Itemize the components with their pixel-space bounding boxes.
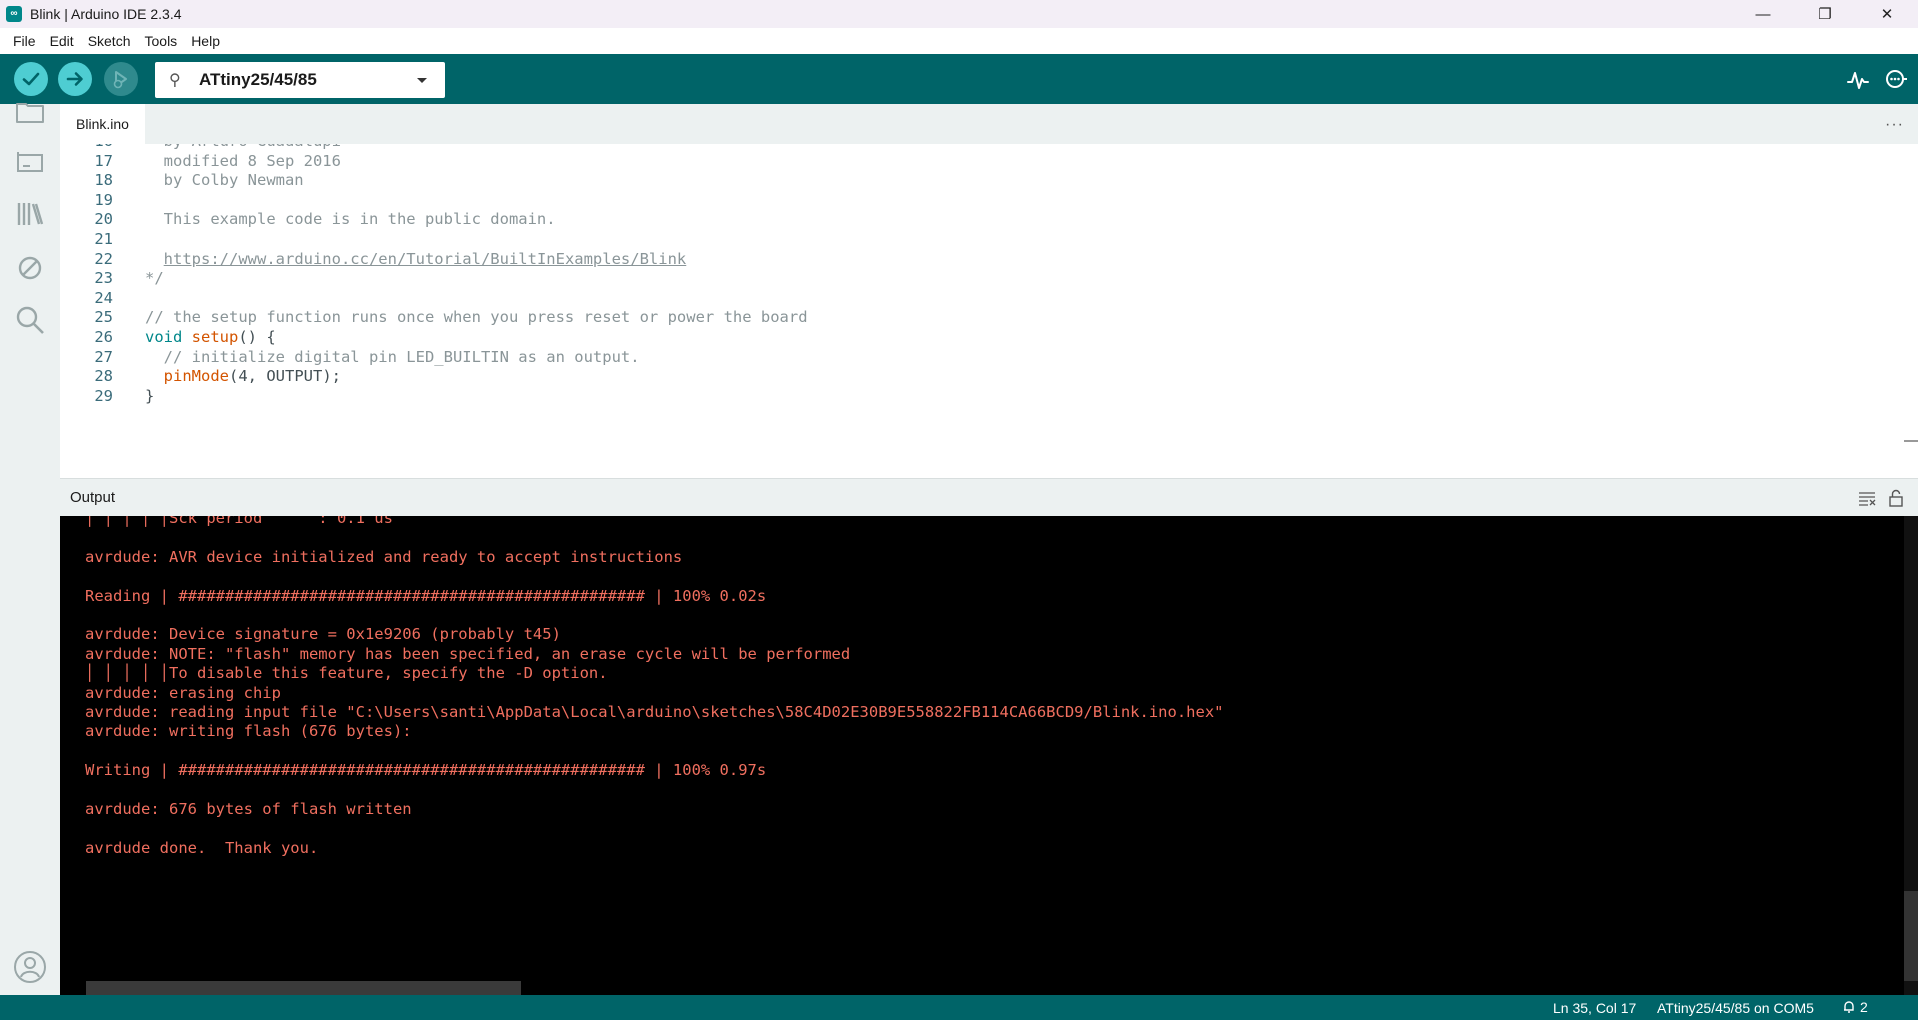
console-line: avrdude: AVR device initialized and read… [85,547,683,566]
side-bar [0,103,60,995]
code-token: // the setup function runs once when you… [145,308,808,327]
title-bar: ∞ Blink | Arduino IDE 2.3.4 — ❐ ✕ [0,0,1918,28]
code-token: setup [191,328,239,346]
menu-file[interactable]: File [6,33,43,49]
notifications-button[interactable]: 2 [1842,999,1868,1015]
code-text: } [145,384,154,408]
code-link[interactable]: https://www.arduino.cc/en/Tutorial/Built… [164,250,687,268]
board-port-status[interactable]: ATtiny25/45/85 on COM5 [1657,1000,1814,1016]
upload-button[interactable] [58,62,92,96]
code-token: This example code is in the public domai… [145,210,556,229]
clear-output-icon[interactable] [1858,490,1876,506]
maximize-button[interactable]: ❐ [1794,0,1856,28]
menu-tools[interactable]: Tools [138,33,185,49]
console-line: avrdude done. Thank you. [85,838,319,857]
close-button[interactable]: ✕ [1856,0,1918,28]
code-token: by Colby Newman [145,171,304,190]
board-selector[interactable]: ⚲ ATtiny25/45/85 [155,62,445,98]
usb-icon: ⚲ [169,72,181,89]
console-line: Writing | ##############################… [85,761,767,780]
toolbar: ⚲ ATtiny25/45/85 [0,54,1918,104]
chevron-down-icon [417,78,427,83]
more-actions-button[interactable]: ··· [1885,116,1904,134]
serial-plotter-button[interactable] [1846,68,1870,92]
code-token: void [145,328,183,346]
menu-help[interactable]: Help [184,33,227,49]
line-number: 29 [94,386,113,405]
code-token: // initialize digital pin LED_BUILTIN as… [145,347,640,366]
debug-button[interactable] [104,62,138,96]
code-token: } [145,386,155,405]
arduino-logo-icon: ∞ [6,6,22,22]
verify-button[interactable] [14,62,48,96]
code-token: modified 8 Sep 2016 [145,151,341,170]
console-scrollbar[interactable] [1904,516,1918,995]
output-title: Output [70,489,116,506]
folder-icon[interactable] [14,96,46,128]
debug-icon [113,71,127,89]
code-token: pinMode [163,367,229,386]
editor-tab-bar: Blink.ino ··· [60,104,1918,144]
editor-scrollbar-marker [1904,440,1918,442]
code-line: 29} [60,384,1890,408]
console-line: │ │ │ │ │Sck period : 0.1 us [85,516,393,527]
console-scrollbar-thumb[interactable] [1904,891,1918,981]
code-token: */ [145,269,164,288]
console-line: avrdude: writing flash (676 bytes): [85,722,412,741]
code-editor[interactable]: 16 by Arturo Guadalupi17 modified 8 Sep … [60,144,1918,478]
magnifier-dots-icon [1886,70,1907,88]
menu-edit[interactable]: Edit [43,33,81,49]
output-console[interactable]: │ │ │ │ │Sck period : 0.1 us avrdude: AV… [60,516,1918,995]
account-icon[interactable] [13,950,47,984]
console-line: Reading | ##############################… [85,586,767,605]
board-manager-icon[interactable] [14,146,46,178]
board-name: ATtiny25/45/85 [199,70,317,89]
minimize-button[interactable]: — [1732,0,1794,28]
scroll-lock-icon[interactable] [1888,489,1904,507]
tab-blink-ino[interactable]: Blink.ino [60,104,145,144]
code-token: () { [238,328,276,346]
code-token: (4, OUTPUT); [229,367,341,386]
menu-bar: File Edit Sketch Tools Help [0,28,1918,54]
console-horizontal-scrollbar[interactable] [86,981,521,995]
notification-count: 2 [1860,999,1868,1015]
cursor-position: Ln 35, Col 17 [1553,1000,1637,1016]
waveform-icon [1847,72,1869,89]
arrow-right-icon [66,72,83,86]
status-bar: Ln 35, Col 17 ATtiny25/45/85 on COM5 2 [0,995,1918,1020]
window-title: Blink | Arduino IDE 2.3.4 [30,6,182,22]
output-panel-header: Output [60,478,1918,516]
menu-sketch[interactable]: Sketch [81,33,138,49]
checkmark-icon [22,72,40,86]
debug-disabled-icon[interactable] [14,252,46,284]
bell-icon [1844,1001,1854,1013]
search-icon[interactable] [14,304,46,336]
editor-scrollbar[interactable] [1904,144,1918,478]
serial-monitor-button[interactable] [1884,68,1908,92]
library-icon[interactable] [14,198,46,230]
console-line: avrdude: 676 bytes of flash written [85,800,412,818]
window-controls: — ❐ ✕ [1732,0,1918,28]
